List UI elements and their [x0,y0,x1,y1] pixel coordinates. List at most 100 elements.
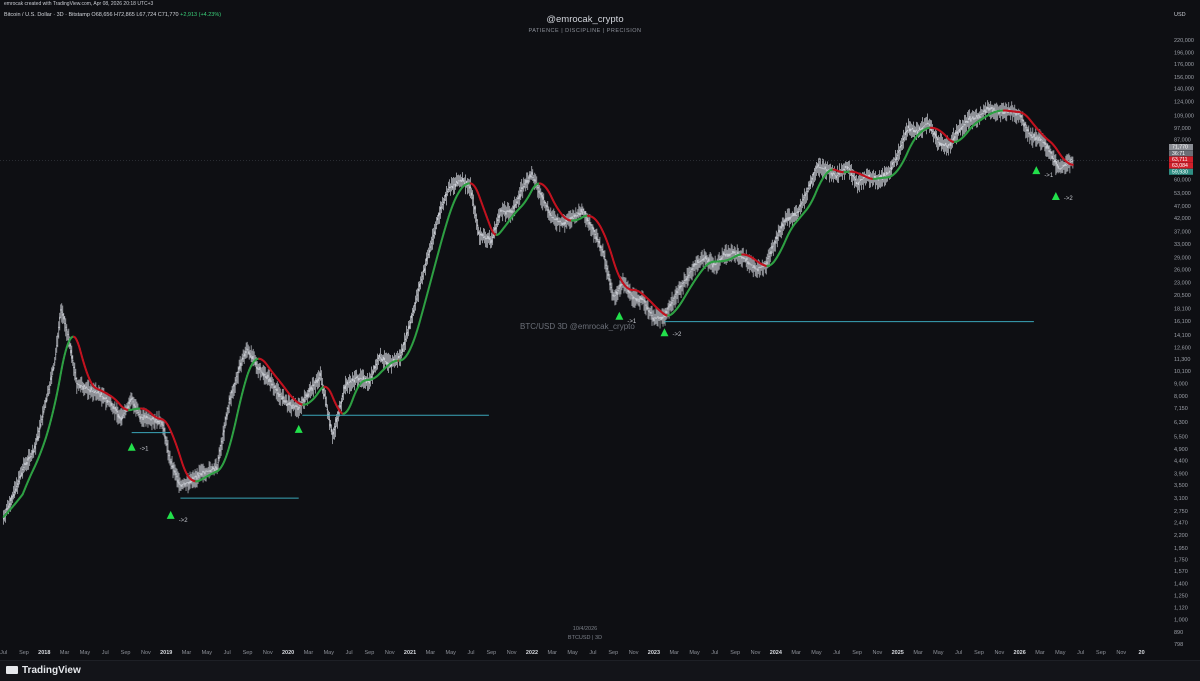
candle-body [223,430,225,433]
candle-body [550,215,552,216]
candle-body [950,142,952,146]
candle-body [566,220,568,222]
candle-body [854,178,857,181]
buy-signal-marker[interactable] [127,442,136,451]
candle-body [892,162,895,164]
candle-body [239,366,241,369]
x-tick-label: May [1055,650,1066,656]
buy-signal-marker[interactable] [294,424,303,433]
candle-body [345,384,347,386]
y-tick-label: 14,100 [1174,333,1191,339]
candle-body [803,197,805,199]
candle-body [132,401,134,403]
price-chart[interactable]: ->1->2->1->2->1->2 7988901,0001,1201,250… [0,0,1200,681]
candle-body [782,224,784,227]
candle-body [1052,157,1054,159]
candle-body [582,209,584,211]
candle-body [601,249,603,251]
candle-body [94,390,96,392]
candle-body [489,237,491,240]
candle-body [409,321,412,324]
x-tick-label: Nov [1116,650,1126,656]
x-tick-label: 2019 [160,650,172,656]
candle-body [523,186,525,188]
candle-body [785,218,787,222]
candle-body [906,129,909,132]
candle-body [143,414,145,418]
candle-body [795,215,797,217]
candle-body [74,372,76,374]
x-tick-label: Mar [426,650,436,656]
candle-body [63,316,65,320]
candle-body [1022,119,1024,122]
candle-body [899,146,902,148]
candle-body [60,309,62,311]
candle-body [83,384,85,388]
candle-body [210,470,212,473]
candle-body [408,325,411,329]
candle-body [668,305,670,308]
candle-body [1020,115,1022,118]
candle-body [520,189,522,192]
candle-body [317,378,319,382]
candle-body [307,393,309,397]
chart-window: emrocak created with TradingView.com, Ap… [0,0,1200,681]
candle-body [58,326,60,328]
candle-body [811,178,813,180]
candle-body [29,457,31,459]
candle-body [962,125,964,128]
candle-body [1035,137,1037,140]
candle-body [285,400,287,403]
candle-body [436,217,439,221]
candle-body [264,374,266,375]
candle-body [771,246,773,249]
candle-body [814,169,816,171]
candle-body [340,401,342,404]
candle-body [646,306,648,310]
candle-body [64,323,66,324]
buy-signal-marker[interactable] [1032,166,1041,175]
candle-body [544,201,546,204]
candle-body [954,136,956,139]
candle-body [644,299,646,303]
candle-body [168,454,170,457]
candle-body [23,467,25,469]
y-tick-label: 29,000 [1174,256,1191,262]
candle-body [921,127,924,130]
tradingview-logo[interactable]: TradingView [6,665,81,676]
x-tick-label: Mar [913,650,923,656]
candle-body [38,430,40,432]
candle-body [922,126,925,128]
buy-signal-marker[interactable] [166,510,175,519]
candle-body [700,260,702,262]
candle-body [282,396,284,399]
candle-body [31,453,33,455]
candle-body [524,183,526,185]
candle-body [516,201,518,204]
candle-body [375,363,378,366]
candle-body [153,418,155,420]
candle-body [993,107,995,110]
buy-signal-marker[interactable] [1051,192,1060,201]
x-tick-label: May [933,650,944,656]
date-watermark-symbol: BTCUSD | 3D [567,635,603,641]
candle-body [75,377,77,379]
candle-body [890,166,893,171]
footer-bar: TradingView [0,660,1200,681]
y-tick-label: 37,000 [1174,230,1191,236]
buy-signal-marker[interactable] [615,311,624,320]
x-tick-label: May [689,650,700,656]
candle-body [648,310,650,313]
candle-body [237,371,239,373]
candle-body [414,302,417,305]
buy-signal-marker[interactable] [660,328,669,337]
candle-body [800,203,802,205]
candle-body [734,251,736,254]
candle-body [777,234,779,236]
candle-body [552,217,554,219]
candle-body [495,227,497,230]
candle-body [410,315,413,318]
candle-body [136,409,138,411]
candle-body [406,332,409,334]
candle-body [751,264,753,266]
